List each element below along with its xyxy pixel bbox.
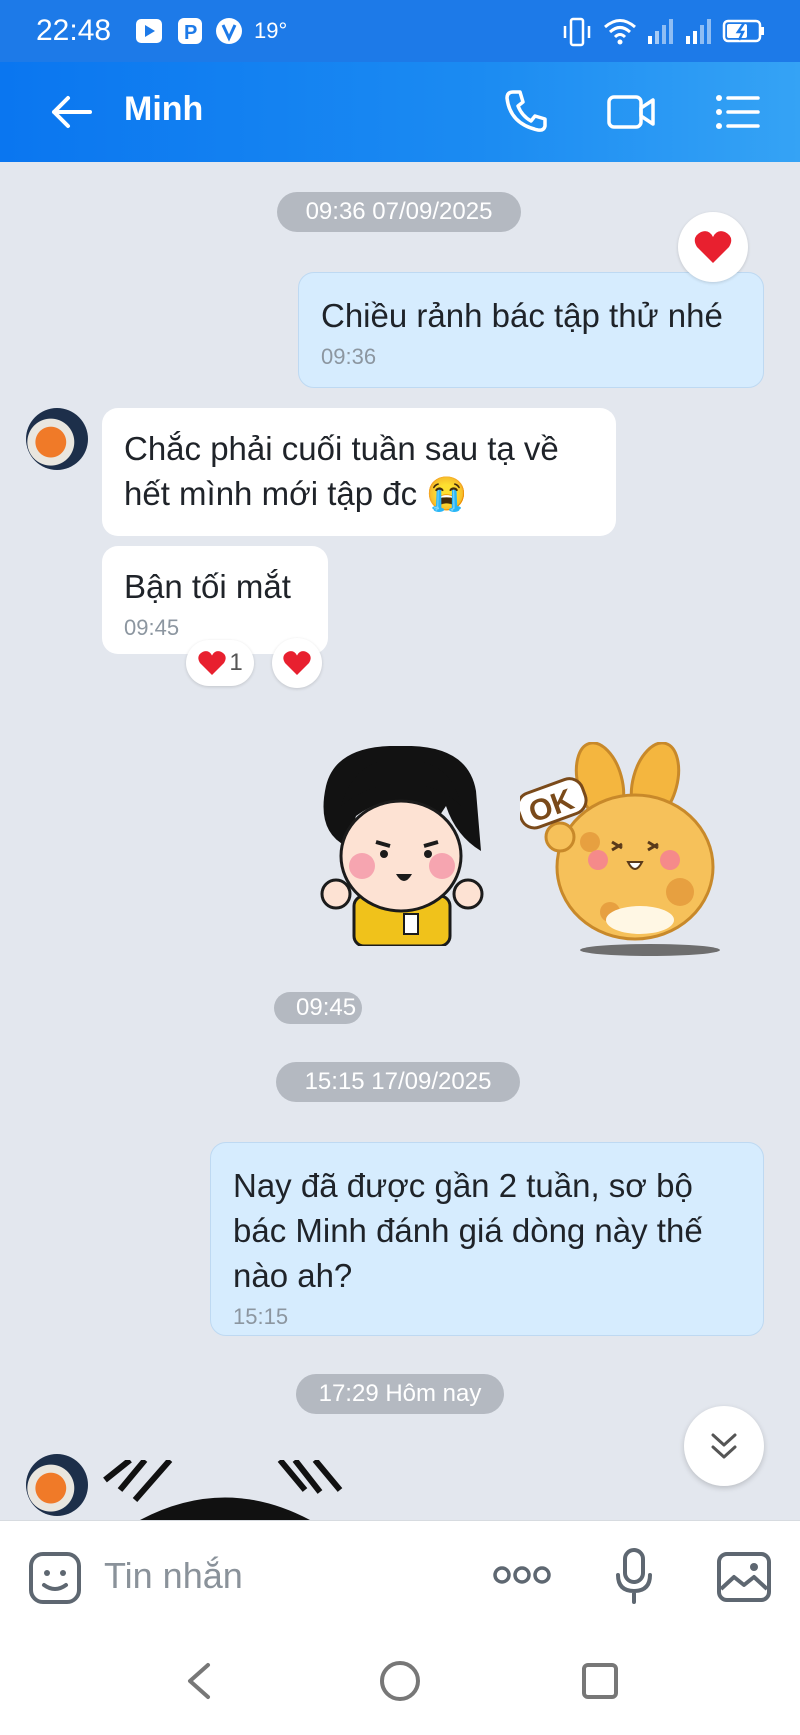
date-separator: 15:15 17/09/2025 [276, 1062, 520, 1102]
status-time: 22:48 [36, 14, 112, 47]
video-call-icon[interactable] [606, 92, 656, 132]
message-time: 09:45 [124, 615, 180, 640]
date-separator: 17:29 Hôm nay [296, 1374, 504, 1414]
outgoing-message-bubble[interactable]: Chiều rảnh bác tập thử nhé 09:36 [298, 272, 764, 388]
heart-icon [283, 651, 311, 675]
nav-recents-icon[interactable] [580, 1661, 620, 1701]
add-reaction-button[interactable] [272, 638, 322, 688]
svg-text:P: P [184, 22, 197, 44]
chat-message-list[interactable]: 09:36 07/09/2025 Chiều rảnh bác tập thử … [0, 162, 800, 1520]
more-options-icon[interactable] [492, 1565, 552, 1585]
message-time: 09:36 [321, 344, 377, 369]
microphone-icon[interactable] [614, 1547, 654, 1605]
double-chevron-down-icon [711, 1433, 737, 1459]
chat-header: Minh [0, 62, 800, 162]
sticker-partial[interactable] [100, 1460, 350, 1520]
sticker-girl[interactable] [296, 746, 506, 946]
menu-list-icon[interactable] [714, 92, 760, 132]
status-temperature: 19° [254, 18, 288, 43]
phone-call-icon[interactable] [504, 88, 548, 134]
reaction-badge[interactable] [678, 212, 748, 282]
message-text: Chiều rảnh bác tập thử nhé [321, 297, 723, 334]
nav-home-icon[interactable] [378, 1659, 422, 1703]
vpn-app-icon [216, 18, 242, 44]
nav-back-icon[interactable] [184, 1661, 214, 1701]
composer-bar [0, 1520, 800, 1735]
sticker-time: 09:45 [274, 992, 362, 1024]
media-app-icon [136, 19, 162, 43]
wifi-icon [604, 19, 636, 45]
image-gallery-icon[interactable] [716, 1551, 772, 1603]
back-arrow-icon[interactable] [48, 90, 94, 134]
message-time: 15:15 [233, 1304, 289, 1329]
message-text: Nay đã được gần 2 tuần, sơ bộ bác Minh đ… [233, 1167, 703, 1294]
heart-icon [198, 651, 226, 675]
contact-avatar[interactable] [26, 1454, 88, 1516]
scroll-to-bottom-button[interactable] [684, 1406, 764, 1486]
contact-name[interactable]: Minh [124, 90, 203, 129]
status-bar: 22:48 P 19° [0, 0, 800, 62]
reaction-count: 1 [229, 649, 243, 676]
outgoing-message-bubble[interactable]: Nay đã được gần 2 tuần, sơ bộ bác Minh đ… [210, 1142, 764, 1336]
date-separator: 09:36 07/09/2025 [277, 192, 521, 232]
reaction-summary[interactable]: 1 [186, 640, 254, 686]
message-text: Bận tối mắt [124, 568, 291, 605]
emoji-sticker-icon[interactable] [28, 1551, 82, 1605]
p-app-icon: P [178, 18, 202, 44]
incoming-message-bubble[interactable]: Chắc phải cuối tuần sau tạ về hết mình m… [102, 408, 616, 536]
message-text: Chắc phải cuối tuần sau tạ về hết mình m… [124, 430, 559, 512]
contact-avatar[interactable] [26, 408, 88, 470]
signal-1-icon [648, 19, 673, 44]
vibrate-icon [563, 17, 591, 47]
message-input[interactable] [102, 1547, 486, 1605]
sticker-bunny-ok[interactable]: OK [520, 742, 760, 962]
heart-icon [694, 231, 732, 263]
battery-charging-icon [722, 19, 764, 43]
signal-2-icon [686, 19, 711, 44]
